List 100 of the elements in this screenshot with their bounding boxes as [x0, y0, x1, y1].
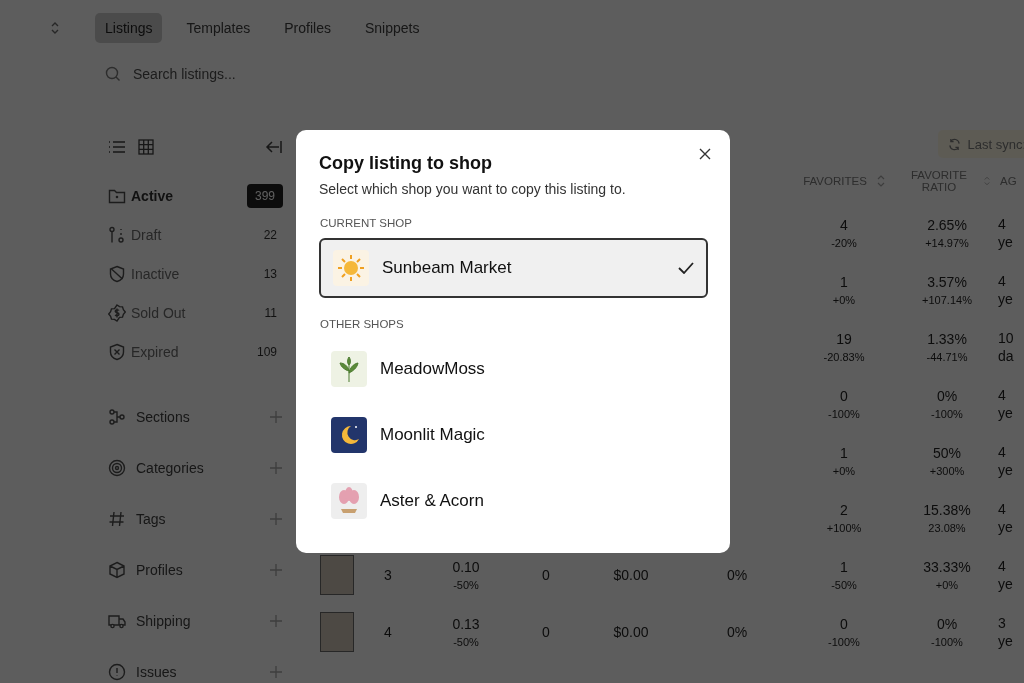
- branch-icon: [108, 225, 126, 244]
- table-cell: 4: [998, 215, 1006, 232]
- target-icon: [108, 458, 126, 477]
- table-cell: 0%: [726, 566, 748, 583]
- nav-tab[interactable]: Snippets: [354, 13, 430, 43]
- table-cell: 0: [542, 623, 550, 640]
- table-cell: 0.10: [452, 558, 480, 575]
- group-label[interactable]: Profiles: [136, 561, 259, 578]
- nodes-icon: [108, 407, 126, 426]
- hash-icon: [108, 509, 126, 528]
- shop-option[interactable]: Aster & Acorn: [319, 471, 708, 531]
- table-cell: 1: [840, 558, 848, 575]
- list-view-icon[interactable]: [108, 140, 126, 154]
- status-item[interactable]: Active 399: [108, 176, 283, 215]
- table-cell: 0%: [936, 387, 958, 404]
- sort-icon[interactable]: [876, 175, 885, 187]
- change-text: -100%: [931, 407, 963, 420]
- table-cell: $0.00: [613, 566, 649, 583]
- table-cell: 4: [384, 623, 392, 640]
- plus-icon[interactable]: [269, 664, 283, 679]
- table-cell: ye: [998, 575, 1013, 592]
- change-text: +100%: [826, 521, 862, 534]
- table-cell: 0%: [936, 615, 958, 632]
- table-cell: 33.33%: [923, 558, 971, 575]
- change-text: -50%: [453, 635, 479, 648]
- change-text: -50%: [453, 578, 479, 591]
- table-cell: $0.00: [613, 623, 649, 640]
- table-cell: 2: [840, 501, 848, 518]
- table-cell: 4: [998, 557, 1006, 574]
- table-cell: 4: [998, 272, 1006, 289]
- table-cell: 1: [840, 273, 848, 290]
- leaf-icon: [331, 351, 367, 387]
- table-cell: 0.13: [452, 615, 480, 632]
- change-text: -50%: [831, 578, 857, 591]
- table-cell: 1.33%: [927, 330, 967, 347]
- change-text: -100%: [931, 635, 963, 648]
- table-cell: ye: [998, 518, 1013, 535]
- group-label[interactable]: Shipping: [136, 612, 259, 629]
- cube-icon: [108, 560, 126, 579]
- dollar-badge-icon: [108, 303, 126, 322]
- nav-tab[interactable]: Listings: [95, 13, 163, 43]
- group-label[interactable]: Tags: [136, 510, 259, 527]
- search-field[interactable]: Search listings...: [131, 65, 355, 83]
- shop-option[interactable]: Sunbeam Market: [319, 238, 708, 298]
- table-cell: 1: [840, 444, 848, 461]
- count-label: 109: [255, 343, 278, 361]
- shop-option[interactable]: Moonlit Magic: [319, 405, 708, 465]
- change-text: -100%: [828, 635, 860, 648]
- plus-icon[interactable]: [269, 511, 283, 526]
- group-label[interactable]: Sections: [136, 408, 259, 425]
- plus-icon[interactable]: [269, 409, 283, 424]
- table-cell: 0: [840, 387, 848, 404]
- table-cell: ye: [998, 404, 1013, 421]
- change-text: -100%: [828, 407, 860, 420]
- count-label: 13: [262, 265, 278, 283]
- shield-slash-icon: [108, 264, 126, 283]
- change-text: +300%: [929, 464, 965, 477]
- plus-icon[interactable]: [269, 613, 283, 628]
- search-icon: [105, 66, 121, 82]
- table-cell: ye: [998, 461, 1013, 478]
- alert-icon: [108, 662, 126, 681]
- sync-icon: [948, 137, 962, 151]
- table-cell: 10: [998, 329, 1014, 346]
- change-text: +0%: [832, 464, 856, 477]
- dialog-title: Copy listing to shop: [319, 153, 493, 174]
- plus-icon[interactable]: [269, 562, 283, 577]
- table-cell: 0%: [726, 623, 748, 640]
- section-label: CURRENT SHOP: [320, 217, 413, 229]
- section-label: OTHER SHOPS: [320, 318, 405, 330]
- change-text: +14.97%: [925, 236, 969, 249]
- change-text: +0%: [935, 578, 959, 591]
- nav-tab[interactable]: Templates: [176, 13, 261, 43]
- table-cell: 4: [840, 216, 848, 233]
- table-cell: da: [998, 347, 1014, 364]
- grid-view-icon[interactable]: [138, 139, 154, 155]
- table-cell: 3: [384, 566, 392, 583]
- moon-icon: [331, 417, 367, 453]
- nav-tab[interactable]: Profiles: [274, 13, 341, 43]
- change-text: +107.14%: [922, 293, 972, 306]
- table-cell: 2.65%: [927, 216, 967, 233]
- plus-icon[interactable]: [269, 460, 283, 475]
- table-cell: 3.57%: [927, 273, 967, 290]
- photo-placeholder: [320, 554, 354, 595]
- table-cell: 0: [840, 615, 848, 632]
- table-cell: 4: [998, 386, 1006, 403]
- change-text: -20%: [831, 236, 857, 249]
- photo-placeholder: [320, 611, 354, 652]
- change-text: -44.71%: [926, 350, 968, 363]
- change-text: 23.08%: [928, 521, 966, 534]
- change-text: +0%: [832, 293, 856, 306]
- close-icon[interactable]: [699, 148, 711, 160]
- chevron-updown-icon[interactable]: [50, 21, 60, 35]
- table-cell: 0: [542, 566, 550, 583]
- table-cell: 4: [998, 443, 1006, 460]
- group-label[interactable]: Issues: [136, 663, 259, 680]
- group-label[interactable]: Categories: [136, 459, 259, 476]
- shop-option[interactable]: MeadowMoss: [319, 339, 708, 399]
- collapse-icon[interactable]: [265, 140, 283, 154]
- table-cell: ye: [998, 290, 1013, 307]
- count-badge: 399: [246, 183, 283, 208]
